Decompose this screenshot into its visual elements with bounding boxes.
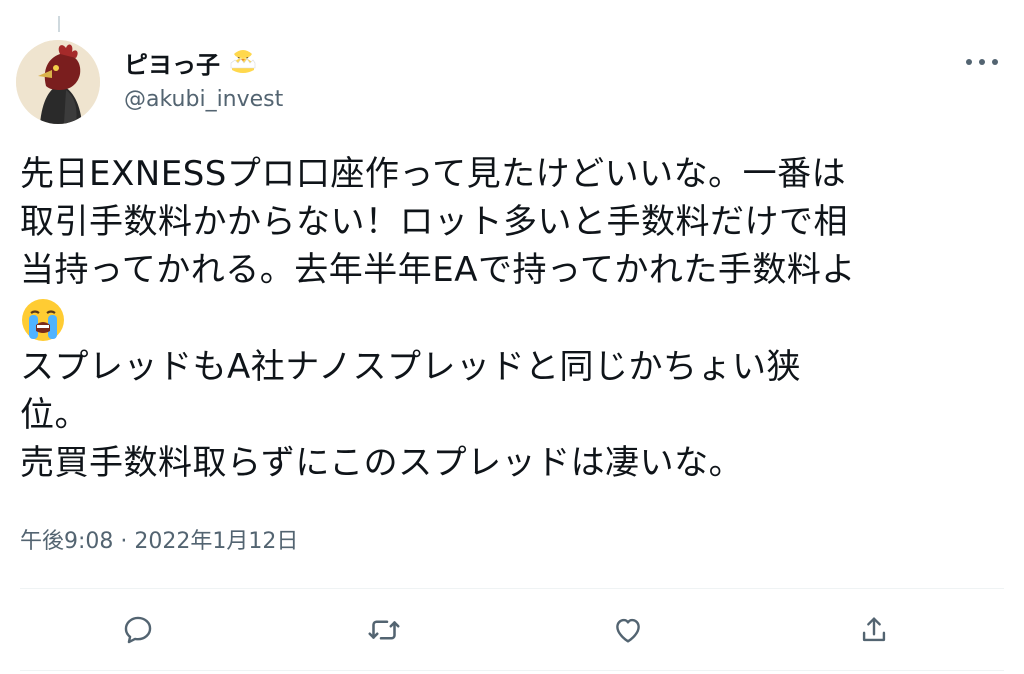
tweet-text-line: 先日EXNESSプロ口座作って見たけどいいな。一番は [20, 154, 847, 194]
share-button[interactable] [854, 610, 894, 650]
reply-icon [124, 616, 152, 644]
tweet-action-bar [0, 610, 1024, 650]
avatar[interactable] [16, 40, 100, 124]
author-display-name[interactable]: ピヨっ子 [124, 50, 220, 80]
tweet-text: 先日EXNESSプロ口座作って見たけどいいな。一番は 取引手数料かからない！ロッ… [20, 150, 1010, 487]
author-handle[interactable]: @akubi_invest [124, 86, 283, 114]
like-button[interactable] [608, 610, 648, 650]
divider [20, 588, 1004, 589]
more-options-icon[interactable] [966, 50, 998, 74]
share-icon [862, 617, 886, 642]
retweet-icon [368, 620, 400, 640]
tweet-text-line: スプレッドもA社ナノスプレッドと同じかちょい狭 [20, 346, 802, 387]
avatar-image [16, 40, 100, 124]
tweet-text-line: 位。 [20, 394, 89, 435]
tweet-timestamp[interactable]: 午後9:08 · 2022年1月12日 [20, 527, 298, 557]
loudly-crying-face-emoji-icon [22, 298, 64, 341]
thread-connector-line [58, 16, 60, 32]
tweet-emoji-line [20, 294, 1010, 343]
reply-button[interactable] [118, 610, 158, 650]
heart-icon [616, 618, 640, 643]
retweet-button[interactable] [364, 610, 404, 650]
tweet-text-line: 取引手数料かからない！ロット多いと手数料だけで相 [20, 202, 848, 242]
divider [20, 670, 1004, 671]
tweet-text-line: 売買手数料取らずにこのスプレッドは凄いな。 [20, 442, 744, 483]
tweet-text-line: 当持ってかれる。去年半年EAで持ってかれた手数料よ [20, 250, 856, 290]
chick-emoji-icon [230, 50, 256, 73]
